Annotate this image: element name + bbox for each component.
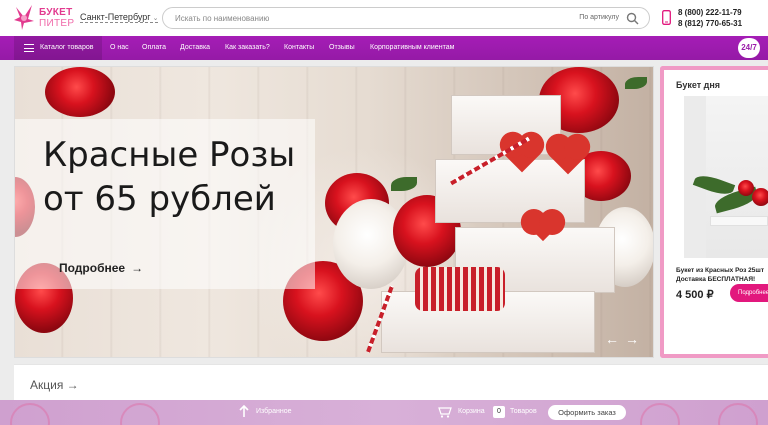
promo-section: Акция → [14,364,768,400]
favorites-link[interactable]: Избранное [256,408,291,415]
search-icon[interactable] [626,12,639,25]
hero-title: Красные Розы от 65 рублей [43,133,295,221]
nav-item-reviews[interactable]: Отзывы [329,36,355,60]
cart-goods-label: Товаров [510,408,537,415]
bottom-bar: Избранное Корзина 0 Товаров Оформить зак… [0,400,768,425]
nav-item-corporate[interactable]: Корпоративным клиентам [370,36,454,60]
hero-more-label: Подробнее [59,261,126,275]
catalog-menu-button[interactable]: Каталог товаров [14,36,102,60]
chevron-down-icon: ⌄ [152,15,159,22]
cart-count-badge: 0 [493,406,505,418]
nav-item-payment[interactable]: Оплата [142,36,166,60]
nav-item-about[interactable]: О нас [110,36,129,60]
cart-icon[interactable] [438,405,452,418]
logo-line1: БУКЕТ [39,7,73,18]
slider-prev-arrow-icon[interactable]: ← [605,331,625,347]
promo-title[interactable]: Акция → [30,378,79,392]
rose-image [45,67,115,117]
checkout-button[interactable]: Оформить заказ [548,405,626,420]
slider-arrows: ←→ [605,331,645,347]
support-24-7-badge: 24/7 [738,38,760,58]
hero-title-line2: от 65 рублей [43,179,276,219]
phone-numbers: 8 (800) 222-11-79 8 (812) 770-65-31 [678,7,742,29]
product-name-line2: Доставка БЕСПЛАТНАЯ! [676,276,756,283]
decorative-stamp [10,403,50,425]
favorites-icon[interactable] [238,405,250,418]
search-input[interactable] [175,11,575,26]
cart-link[interactable]: Корзина [458,408,485,415]
nav-item-contacts[interactable]: Контакты [284,36,314,60]
bouquet-image[interactable] [684,96,768,258]
search-by-article-link[interactable]: По артикулу [579,14,619,21]
product-name[interactable]: Букет из Красных Роз 25шт Доставка БЕСПЛ… [676,266,768,284]
ribbon-spool-image [415,267,505,311]
phone-number-2[interactable]: 8 (812) 770-65-31 [678,18,742,29]
nav-item-delivery[interactable]: Доставка [180,36,210,60]
product-price: 4 500 ₽ [676,289,714,301]
hero-title-line1: Красные Розы [43,135,296,175]
product-name-line1: Букет из Красных Роз 25шт [676,267,764,274]
arrow-right-icon: → [131,261,144,275]
product-details-button[interactable]: Подробнее [730,284,768,302]
flower-logo-icon [14,5,34,30]
phone-icon [662,10,671,25]
search-box: По артикулу [162,7,650,29]
phone-number-1[interactable]: 8 (800) 222-11-79 [678,7,742,18]
logo[interactable]: БУКЕТ ПИТЕР [12,3,75,33]
hero-banner[interactable]: Красные Розы от 65 рублей Подробнее → ←→ [14,66,654,358]
nav-item-how-to-order[interactable]: Как заказать? [225,36,270,60]
hero-more-link[interactable]: Подробнее → [59,261,143,275]
catalog-label: Каталог товаров [40,44,94,51]
bouquet-of-day-title: Букет дня [676,80,721,90]
decorative-stamp [120,403,160,425]
logo-line2: ПИТЕР [39,18,75,29]
decorative-stamp [718,403,758,425]
main-nav: Каталог товаров О нас Оплата Доставка Ка… [0,36,768,60]
decorative-stamp [640,403,680,425]
hamburger-icon [24,44,34,52]
city-selector[interactable]: Санкт-Петербург ⌄ [80,12,159,23]
bouquet-of-day-card: Букет дня Букет из Красных Роз 25шт Дост… [660,66,768,358]
slider-next-arrow-icon[interactable]: → [625,331,645,347]
city-label: Санкт-Петербург [80,12,151,22]
header: БУКЕТ ПИТЕР Санкт-Петербург⌄ По артикулу… [0,0,768,36]
